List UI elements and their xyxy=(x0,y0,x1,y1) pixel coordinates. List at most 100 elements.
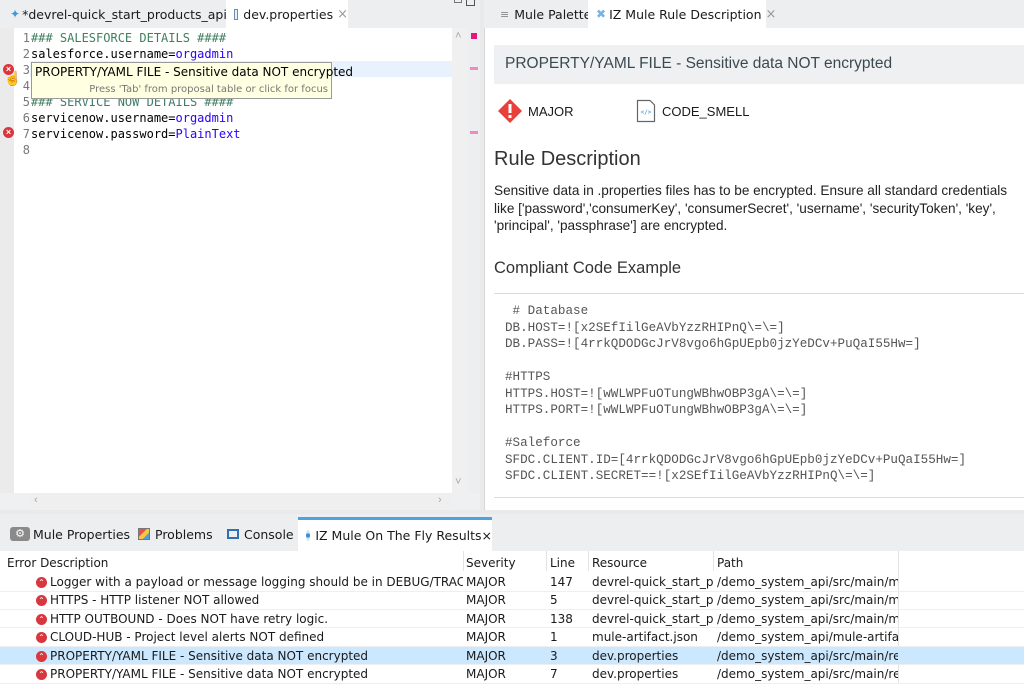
line-number: 6 xyxy=(22,111,30,125)
example-code-line: SFDC.CLIENT.SECRET==![x2SEfIilGeAVbYzzRH… xyxy=(505,469,876,483)
file-icon xyxy=(234,8,239,20)
error-icon: ⌃ xyxy=(36,669,47,680)
cell-resource: dev.properties xyxy=(592,648,679,663)
rule-type-label: CODE_SMELL xyxy=(662,104,750,119)
tab-label: *devrel-quick_start_products_api xyxy=(22,6,227,22)
code-line: servicenow.username=orgadmin xyxy=(31,111,233,125)
close-icon[interactable]: × xyxy=(337,7,348,22)
tab-label: Console xyxy=(244,526,294,542)
error-icon: ⌃ xyxy=(36,650,47,662)
scroll-down-icon[interactable]: ˅ xyxy=(455,476,461,488)
tab-devrel-flow[interactable]: ✦ *devrel-quick_start_products_api xyxy=(6,0,227,28)
example-code-line: #HTTPS xyxy=(505,370,551,384)
code-line: servicenow.password=PlainText xyxy=(31,127,241,141)
example-code-line: #Saleforce xyxy=(505,436,581,450)
cell-path: /demo_system_api/src/main/m... xyxy=(717,611,898,626)
problems-icon xyxy=(138,528,150,540)
column-header-line[interactable]: Line xyxy=(550,556,575,570)
close-icon[interactable]: × xyxy=(766,7,777,22)
code-file-icon: </> xyxy=(636,99,656,123)
major-severity-icon xyxy=(498,99,522,123)
horizontal-scrollbar[interactable]: ‹ › xyxy=(30,493,452,508)
example-code-line: DB.PASS=![4rrkQDODGcJrV8vgo6hGpUEpb0jzYe… xyxy=(505,337,921,351)
hand-cursor-icon: ☝ xyxy=(4,70,22,86)
cell-severity: MAJOR xyxy=(466,593,506,608)
code-line: ### SALESFORCE DETAILS #### xyxy=(31,31,227,45)
tab-console[interactable]: Console xyxy=(227,522,294,546)
results-icon xyxy=(306,530,311,541)
tools-icon: ✖ xyxy=(596,7,607,21)
window-controls xyxy=(452,0,480,10)
tab-dev-properties[interactable]: dev.properties × xyxy=(226,0,348,28)
tab-label: IZ Mule Rule Description xyxy=(609,6,762,22)
cell-path: /demo_system_api/mule-artifa... xyxy=(717,630,898,645)
cell-resource: mule-artifact.json xyxy=(592,630,698,645)
cell-severity: MAJOR xyxy=(466,611,506,626)
tab-rule-description[interactable]: ✖ IZ Mule Rule Description × xyxy=(588,0,776,28)
cell-description: PROPERTY/YAML FILE - Sensitive data NOT … xyxy=(50,648,369,663)
table-row[interactable]: ⌃ Logger with a payload or message loggin… xyxy=(0,573,1024,592)
annotation-ruler xyxy=(0,28,14,493)
vertical-scrollbar[interactable]: ˄ ˅ xyxy=(452,28,468,493)
code-line: salesforce.username=orgadmin xyxy=(31,47,233,61)
property-value: orgadmin xyxy=(175,111,234,125)
column-header-severity[interactable]: Severity xyxy=(466,556,516,570)
maximize-button[interactable] xyxy=(466,0,475,6)
quick-fix-tooltip[interactable]: PROPERTY/YAML FILE - Sensitive data NOT … xyxy=(31,62,353,99)
rule-description-heading: Rule Description xyxy=(494,148,641,170)
close-icon[interactable]: × xyxy=(482,528,492,543)
example-code-line: HTTPS.PORT=![wWLWPFuOTungWBhwOBP3gA\=\=] xyxy=(505,403,808,417)
tab-mule-palette[interactable]: ≡ Mule Palette xyxy=(490,0,592,28)
column-header-description[interactable]: Error Description xyxy=(7,556,108,570)
error-overview-marker[interactable] xyxy=(470,67,478,70)
cell-description: Logger with a payload or message logging… xyxy=(50,575,463,589)
column-header-path[interactable]: Path xyxy=(717,556,743,570)
example-code-line: # Database xyxy=(505,304,589,318)
column-divider[interactable] xyxy=(463,551,464,571)
property-key: servicenow.username= xyxy=(31,111,176,125)
cell-severity: MAJOR xyxy=(466,667,506,681)
minimize-button[interactable] xyxy=(454,0,462,3)
table-row[interactable]: ⌃ PROPERTY/YAML FILE - Sensitive data NOT… xyxy=(0,665,1024,684)
cell-resource: dev.properties xyxy=(592,667,679,681)
column-divider[interactable] xyxy=(588,551,589,571)
tab-mule-properties[interactable]: ⚙ Mule Properties xyxy=(10,522,130,546)
line-number: 5 xyxy=(22,95,30,109)
scroll-right-icon[interactable]: › xyxy=(438,494,442,506)
error-icon: ⌃ xyxy=(36,613,47,625)
table-row[interactable]: ⌃ CLOUD-HUB - Project level alerts NOT de… xyxy=(0,628,1024,647)
table-row[interactable]: ⌃ HTTPS - HTTP listener NOT allowed MAJOR 5… xyxy=(0,591,1024,610)
tab-label: Problems xyxy=(155,526,213,542)
error-overview-marker[interactable] xyxy=(470,131,478,134)
table-row[interactable]: ⌃ PROPERTY/YAML FILE - Sensitive data NOT… xyxy=(0,646,1024,666)
description-line: Sensitive data in .properties files has … xyxy=(494,183,1008,198)
gear-icon: ⚙ xyxy=(10,527,30,541)
tooltip-message: PROPERTY/YAML FILE - Sensitive data NOT … xyxy=(35,65,354,79)
example-code-line: DB.HOST=![x2SEfIilGeAVbYzzRHIPnQ\=\=] xyxy=(505,321,785,335)
console-icon xyxy=(227,529,239,539)
error-marker-icon[interactable]: × xyxy=(3,127,14,138)
error-summary-marker[interactable] xyxy=(471,33,477,39)
cell-path: /demo_system_api/src/main/re... xyxy=(717,667,898,681)
error-icon: ⌃ xyxy=(36,595,47,607)
description-line: 'principal', 'passphrase'] are encrypted… xyxy=(494,218,728,233)
tab-problems[interactable]: Problems xyxy=(138,522,213,546)
column-divider[interactable] xyxy=(713,551,714,571)
column-divider[interactable] xyxy=(546,551,547,571)
column-header-resource[interactable]: Resource xyxy=(592,556,647,570)
rule-description-text: Sensitive data in .properties files has … xyxy=(494,182,1024,235)
example-code-line: SFDC.CLIENT.ID=[4rrkQDODGcJrV8vgo6hGpUEp… xyxy=(505,453,967,467)
cell-description: CLOUD-HUB - Project level alerts NOT def… xyxy=(50,630,325,645)
scroll-up-icon[interactable]: ˄ xyxy=(455,30,461,42)
tab-on-the-fly-results[interactable]: IZ Mule On The Fly Results × xyxy=(298,517,492,551)
svg-text:</>: </> xyxy=(641,109,652,116)
severity-label: MAJOR xyxy=(528,104,574,119)
cell-resource: devrel-quick_start_p... xyxy=(592,611,713,626)
scroll-left-icon[interactable]: ‹ xyxy=(34,494,38,506)
rule-title: PROPERTY/YAML FILE - Sensitive data NOT … xyxy=(505,55,893,72)
cell-resource: devrel-quick_start_p... xyxy=(592,593,713,608)
cell-line: 7 xyxy=(550,667,558,681)
mule-flow-icon: ✦ xyxy=(10,7,21,21)
tab-label: Mule Palette xyxy=(514,6,592,22)
table-row[interactable]: ⌃ HTTP OUTBOUND - Does NOT have retry log… xyxy=(0,610,1024,629)
